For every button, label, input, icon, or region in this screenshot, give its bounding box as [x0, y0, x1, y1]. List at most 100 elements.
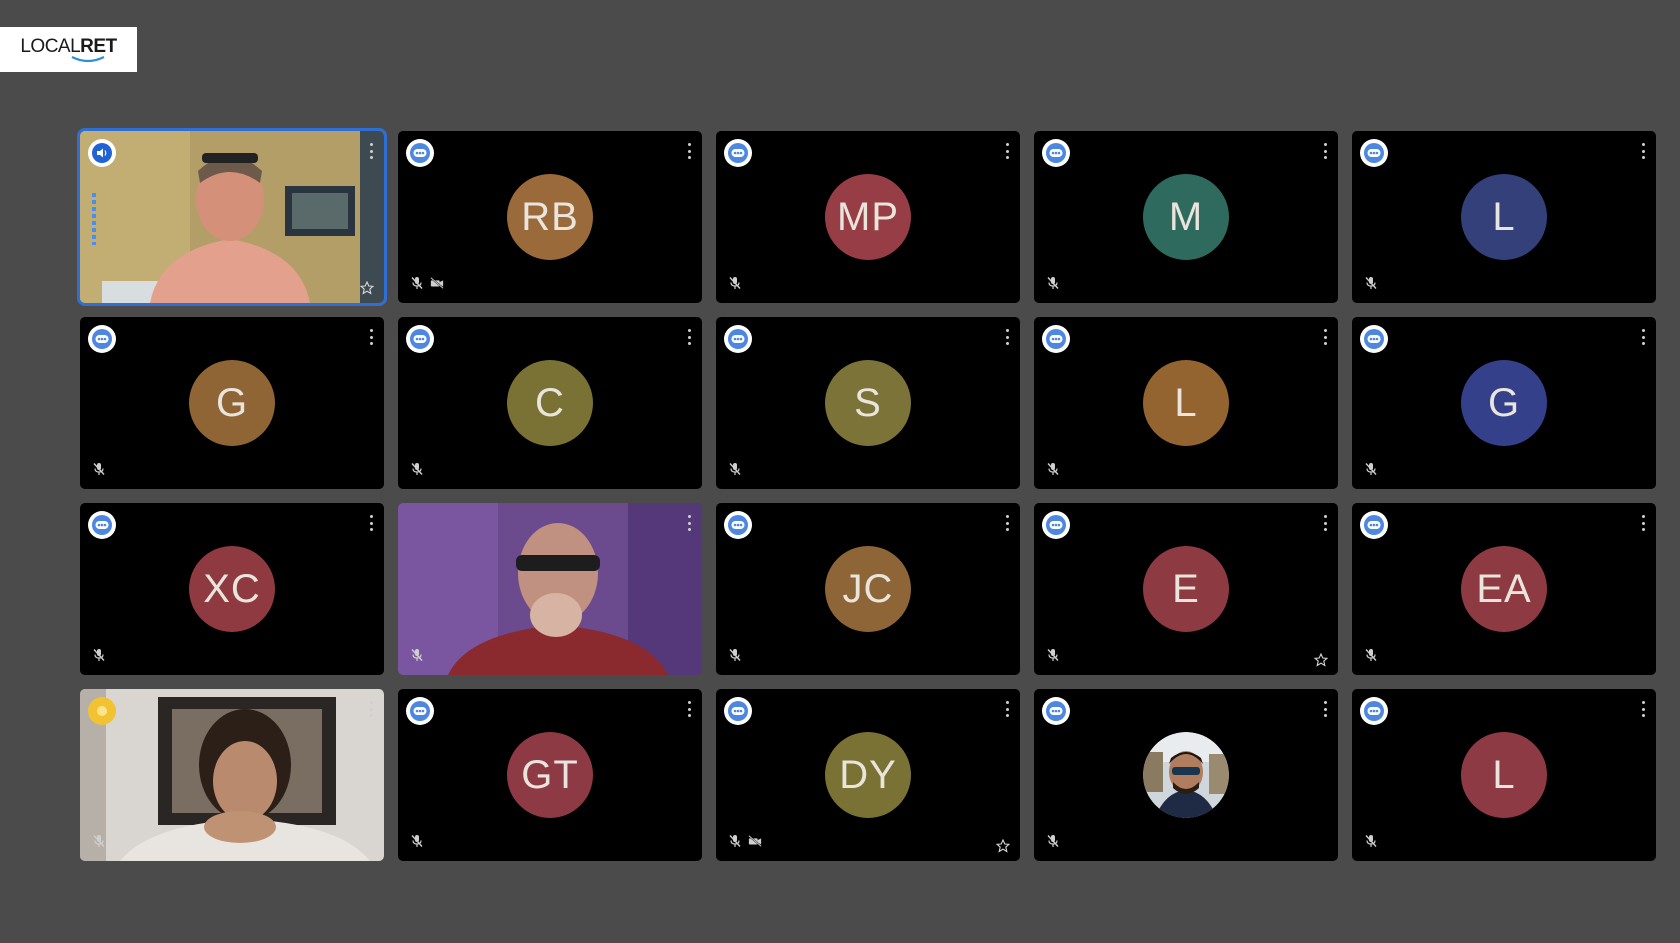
mic-off-icon	[728, 648, 742, 667]
raised-hand-icon	[88, 697, 116, 725]
participant-avatar: XC	[189, 546, 275, 632]
participant-avatar: L	[1461, 732, 1547, 818]
participant-avatar: G	[1461, 360, 1547, 446]
tile-status	[1364, 276, 1378, 295]
tile-more-options-icon[interactable]	[1642, 701, 1646, 717]
logo-suffix: RET	[80, 35, 117, 57]
mic-off-icon	[728, 462, 742, 481]
participant-avatar: E	[1143, 546, 1229, 632]
tile-status	[728, 834, 762, 853]
tile-status	[1046, 834, 1060, 853]
participant-tile[interactable]	[1034, 689, 1338, 861]
tile-more-options-icon[interactable]	[688, 701, 692, 717]
participant-avatar: L	[1461, 174, 1547, 260]
participant-tile[interactable]: RB	[398, 131, 702, 303]
tile-more-options-icon[interactable]	[370, 329, 374, 345]
participant-status-icon	[1042, 325, 1070, 353]
participant-tile[interactable]: G	[80, 317, 384, 489]
tile-more-options-icon[interactable]	[688, 329, 692, 345]
participant-tile[interactable]: JC	[716, 503, 1020, 675]
participant-status-icon	[88, 511, 116, 539]
participant-tile[interactable]: XC	[80, 503, 384, 675]
participant-tile[interactable]: L	[1034, 317, 1338, 489]
participant-grid: RB MP M L G C S L G XC JC E EA GT DY L	[77, 128, 1656, 861]
mic-off-icon	[92, 648, 106, 667]
participant-status-icon	[406, 697, 434, 725]
participant-avatar: MP	[825, 174, 911, 260]
participant-tile[interactable]	[398, 503, 702, 675]
participant-tile[interactable]: G	[1352, 317, 1656, 489]
tile-more-options-icon[interactable]	[1324, 515, 1328, 531]
participant-tile[interactable]: M	[1034, 131, 1338, 303]
participant-tile[interactable]: C	[398, 317, 702, 489]
participant-avatar: EA	[1461, 546, 1547, 632]
participant-tile[interactable]	[80, 689, 384, 861]
tile-status	[92, 648, 106, 667]
tile-more-options-icon[interactable]	[370, 515, 374, 531]
participant-tile[interactable]	[77, 128, 387, 306]
tile-status	[1046, 276, 1060, 295]
participant-status-icon	[724, 697, 752, 725]
tile-status	[728, 462, 742, 481]
participant-avatar: M	[1143, 174, 1229, 260]
tile-status	[1364, 834, 1378, 853]
tile-status	[1364, 462, 1378, 481]
tile-status	[92, 834, 106, 853]
participant-tile[interactable]: GT	[398, 689, 702, 861]
participant-tile[interactable]: EA	[1352, 503, 1656, 675]
tile-more-options-icon[interactable]	[1324, 701, 1328, 717]
mic-off-icon	[1046, 462, 1060, 481]
tile-more-options-icon[interactable]	[1642, 515, 1646, 531]
participant-status-icon	[1042, 139, 1070, 167]
participant-tile[interactable]: E	[1034, 503, 1338, 675]
tile-more-options-icon[interactable]	[688, 515, 692, 531]
participant-avatar: DY	[825, 732, 911, 818]
participant-tile[interactable]: DY	[716, 689, 1020, 861]
tile-status	[1046, 462, 1060, 481]
mic-off-icon	[1364, 648, 1378, 667]
participant-avatar: L	[1143, 360, 1229, 446]
tile-more-options-icon[interactable]	[1006, 143, 1010, 159]
mic-off-icon	[92, 462, 106, 481]
tile-more-options-icon[interactable]	[370, 701, 374, 717]
tile-more-options-icon[interactable]	[1324, 143, 1328, 159]
tile-more-options-icon[interactable]	[1006, 701, 1010, 717]
participant-tile[interactable]: S	[716, 317, 1020, 489]
participant-avatar: C	[507, 360, 593, 446]
tile-more-options-icon[interactable]	[688, 143, 692, 159]
participant-status-icon	[406, 325, 434, 353]
localret-logo: LOCALRET	[0, 27, 137, 72]
pin-star-icon[interactable]	[359, 280, 375, 295]
participant-tile[interactable]: MP	[716, 131, 1020, 303]
tile-more-options-icon[interactable]	[370, 143, 374, 159]
camera-off-icon	[748, 834, 762, 853]
camera-off-icon	[430, 276, 444, 295]
participant-tile[interactable]: L	[1352, 131, 1656, 303]
participant-status-icon	[1360, 511, 1388, 539]
participant-avatar: JC	[825, 546, 911, 632]
participant-status-icon	[1360, 697, 1388, 725]
participant-status-icon	[1360, 139, 1388, 167]
mic-off-icon	[92, 834, 106, 853]
tile-more-options-icon[interactable]	[1006, 515, 1010, 531]
tile-status	[728, 276, 742, 295]
participant-status-icon	[1360, 325, 1388, 353]
speaking-icon	[88, 139, 116, 167]
tile-status	[410, 276, 444, 295]
participant-tile[interactable]: L	[1352, 689, 1656, 861]
participant-video	[398, 503, 702, 675]
mic-off-icon	[1046, 834, 1060, 853]
mic-off-icon	[1046, 648, 1060, 667]
participant-avatar: RB	[507, 174, 593, 260]
participant-status-icon	[724, 325, 752, 353]
tile-more-options-icon[interactable]	[1642, 143, 1646, 159]
tile-status	[410, 462, 424, 481]
mic-off-icon	[1364, 834, 1378, 853]
tile-more-options-icon[interactable]	[1642, 329, 1646, 345]
pin-star-icon[interactable]	[1313, 652, 1329, 667]
mic-off-icon	[410, 276, 424, 295]
tile-more-options-icon[interactable]	[1006, 329, 1010, 345]
tile-more-options-icon[interactable]	[1324, 329, 1328, 345]
pin-star-icon[interactable]	[995, 838, 1011, 853]
mic-off-icon	[728, 834, 742, 853]
